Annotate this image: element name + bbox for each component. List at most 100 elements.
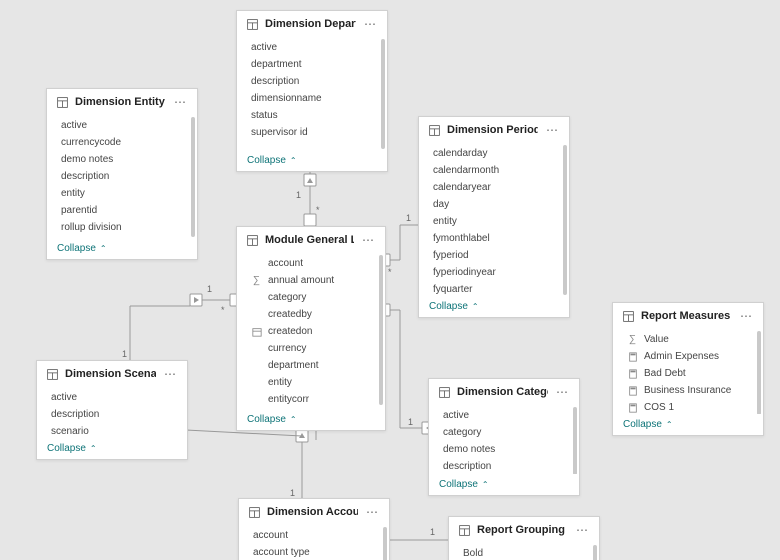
more-icon[interactable]: ⋯: [162, 367, 179, 381]
field-item[interactable]: scenario: [37, 423, 187, 438]
calculator-icon: [627, 385, 638, 396]
field-item[interactable]: parentid: [47, 202, 197, 219]
chevron-up-icon: ⌃: [666, 420, 673, 429]
table-dimension-entity[interactable]: Dimension Entity ⋯ active currencycode d…: [46, 88, 198, 260]
scrollbar[interactable]: [573, 407, 577, 474]
table-report-measures[interactable]: Report Measures ⋯ ∑Value Admin Expenses …: [612, 302, 764, 436]
field-item[interactable]: active: [47, 117, 197, 134]
field-item[interactable]: active: [37, 389, 187, 406]
collapse-button[interactable]: Collapse⌃: [47, 238, 197, 259]
field-item[interactable]: fyperiodinyear: [419, 264, 569, 281]
table-dimension-account[interactable]: Dimension Account ⋯ account account type…: [238, 498, 390, 560]
field-item[interactable]: account: [237, 255, 385, 272]
field-list: account ∑annual amount category createdb…: [237, 253, 385, 409]
field-item[interactable]: account: [239, 527, 389, 544]
field-list: active currencycode demo notes descripti…: [47, 115, 197, 238]
collapse-button[interactable]: Collapse⌃: [429, 474, 579, 495]
field-item[interactable]: entity: [237, 374, 385, 391]
table-icon: [55, 95, 69, 109]
more-icon[interactable]: ⋯: [574, 523, 591, 537]
table-module-general-ledger[interactable]: Module General Ledger ⋯ account ∑annual …: [236, 226, 386, 431]
svg-text:*: *: [316, 205, 320, 215]
table-icon: [45, 367, 59, 381]
field-item[interactable]: Bold: [449, 545, 599, 560]
table-dimension-scenario[interactable]: Dimension Scenario ⋯ active description …: [36, 360, 188, 460]
scrollbar[interactable]: [381, 39, 385, 149]
more-icon[interactable]: ⋯: [362, 17, 379, 31]
card-header: Report Measures ⋯: [613, 303, 763, 329]
field-item[interactable]: currency: [237, 340, 385, 357]
collapse-button[interactable]: Collapse⌃: [237, 409, 385, 430]
field-item[interactable]: entitycorr: [237, 391, 385, 408]
card-title: Report Measures: [641, 310, 732, 322]
field-item[interactable]: ∑Value: [613, 331, 763, 348]
field-item[interactable]: createdby: [237, 306, 385, 323]
table-report-grouping[interactable]: Report Grouping ⋯ Bold Display: [448, 516, 600, 560]
field-item[interactable]: Bad Debt: [613, 365, 763, 382]
field-item[interactable]: account type: [239, 544, 389, 560]
card-title: Dimension Scenario: [65, 368, 156, 380]
scrollbar[interactable]: [383, 527, 387, 560]
card-title: Dimension Account: [267, 506, 358, 518]
field-item[interactable]: Business Insurance: [613, 382, 763, 399]
scrollbar[interactable]: [593, 545, 597, 560]
more-icon[interactable]: ⋯: [544, 123, 561, 137]
field-item[interactable]: rollup division: [47, 219, 197, 236]
card-title: Dimension Period: [447, 124, 538, 136]
field-item[interactable]: description: [237, 73, 387, 90]
collapse-button[interactable]: Collapse⌃: [37, 438, 187, 459]
field-item[interactable]: demo notes: [429, 441, 579, 458]
field-item[interactable]: supervisor id: [237, 124, 387, 141]
more-icon[interactable]: ⋯: [364, 505, 381, 519]
chevron-up-icon: ⌃: [482, 480, 489, 489]
scrollbar[interactable]: [379, 255, 383, 405]
collapse-button[interactable]: Collapse⌃: [419, 296, 569, 317]
table-dimension-department[interactable]: Dimension Department ⋯ active department…: [236, 10, 388, 172]
field-item[interactable]: status: [237, 107, 387, 124]
collapse-button[interactable]: Collapse⌃: [237, 150, 387, 171]
card-header: Dimension Category ⋯: [429, 379, 579, 405]
card-header: Dimension Department ⋯: [237, 11, 387, 37]
field-item[interactable]: category: [237, 289, 385, 306]
field-item[interactable]: entity: [419, 213, 569, 230]
field-item[interactable]: category: [429, 424, 579, 441]
field-item[interactable]: calendaryear: [419, 179, 569, 196]
scrollbar[interactable]: [563, 145, 567, 295]
field-item[interactable]: department: [237, 357, 385, 374]
field-item[interactable]: calendarday: [419, 145, 569, 162]
more-icon[interactable]: ⋯: [738, 309, 755, 323]
field-item[interactable]: active: [429, 407, 579, 424]
scrollbar[interactable]: [757, 331, 761, 414]
collapse-button[interactable]: Collapse⌃: [613, 414, 763, 435]
field-item[interactable]: dimensionname: [237, 90, 387, 107]
field-item[interactable]: description: [37, 406, 187, 423]
field-item[interactable]: description: [47, 168, 197, 185]
field-item[interactable]: currencycode: [47, 134, 197, 151]
field-item[interactable]: calendarmonth: [419, 162, 569, 179]
card-header: Dimension Entity ⋯: [47, 89, 197, 115]
field-list: calendarday calendarmonth calendaryear d…: [419, 143, 569, 296]
more-icon[interactable]: ⋯: [360, 233, 377, 247]
table-dimension-category[interactable]: Dimension Category ⋯ active category dem…: [428, 378, 580, 496]
field-item[interactable]: demo notes: [47, 151, 197, 168]
scrollbar[interactable]: [191, 117, 195, 237]
card-header: Dimension Period ⋯: [419, 117, 569, 143]
field-item[interactable]: fymonthlabel: [419, 230, 569, 247]
field-item[interactable]: active: [237, 39, 387, 56]
field-item[interactable]: description: [429, 458, 579, 474]
table-icon: [247, 505, 261, 519]
field-item[interactable]: COS 1: [613, 399, 763, 414]
field-item[interactable]: department: [237, 56, 387, 73]
more-icon[interactable]: ⋯: [554, 385, 571, 399]
field-item[interactable]: fyquarter: [419, 281, 569, 296]
relationship-layer: 1 * 1 1 * * 1 1 * * 1 1: [0, 0, 780, 560]
field-item[interactable]: fyperiod: [419, 247, 569, 264]
field-item[interactable]: day: [419, 196, 569, 213]
field-item[interactable]: createdon: [237, 323, 385, 340]
table-dimension-period[interactable]: Dimension Period ⋯ calendarday calendarm…: [418, 116, 570, 318]
field-item[interactable]: entity: [47, 185, 197, 202]
field-item[interactable]: Admin Expenses: [613, 348, 763, 365]
more-icon[interactable]: ⋯: [172, 95, 189, 109]
field-item[interactable]: ∑annual amount: [237, 272, 385, 289]
chevron-up-icon: ⌃: [290, 156, 297, 165]
